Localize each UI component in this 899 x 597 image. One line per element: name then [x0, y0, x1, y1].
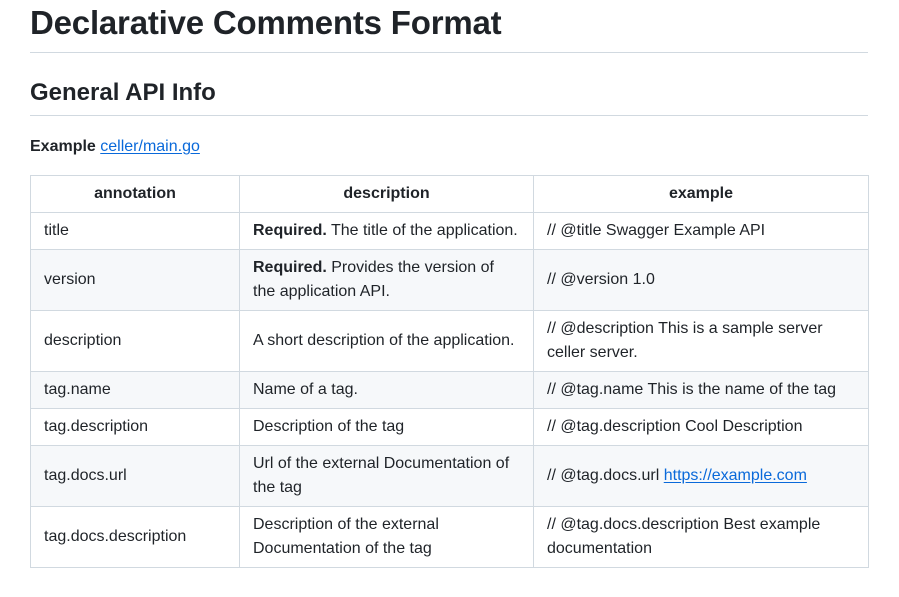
annotation-cell: tag.name	[30, 371, 240, 409]
table-row: tag.description Description of the tag /…	[30, 408, 869, 446]
required-label: Required.	[253, 222, 327, 239]
page-title: Declarative Comments Format	[30, 0, 868, 53]
header-annotation: annotation	[30, 175, 240, 213]
description-text: Description of the tag	[253, 418, 405, 435]
example-cell: // @tag.docs.url https://example.com	[533, 445, 869, 507]
example-text: // @tag.docs.description Best example do…	[547, 516, 821, 557]
table-header-row: annotation description example	[30, 175, 869, 213]
description-cell: Required. The title of the application.	[239, 212, 534, 250]
example-cell: // @version 1.0	[533, 249, 869, 311]
description-text: A short description of the application.	[253, 332, 515, 349]
example-cell: // @tag.docs.description Best example do…	[533, 506, 869, 568]
example-line: Example celler/main.go	[30, 135, 868, 159]
example-link[interactable]: celler/main.go	[100, 138, 200, 155]
description-cell: Description of the external Documentatio…	[239, 506, 534, 568]
example-text: // @version 1.0	[547, 271, 655, 288]
description-text: Name of a tag.	[253, 381, 358, 398]
header-example: example	[533, 175, 869, 213]
description-text: Url of the external Documentation of the…	[253, 455, 510, 496]
document-page: Declarative Comments Format General API …	[30, 0, 869, 568]
table-row: tag.docs.url Url of the external Documen…	[30, 445, 869, 507]
annotation-cell: description	[30, 310, 240, 372]
description-cell: A short description of the application.	[239, 310, 534, 372]
header-description: description	[239, 175, 534, 213]
section-title: General API Info	[30, 81, 868, 116]
annotation-cell: title	[30, 212, 240, 250]
description-text: Description of the external Documentatio…	[253, 516, 439, 557]
example-cell: // @tag.description Cool Description	[533, 408, 869, 446]
table-row: version Required. Provides the version o…	[30, 249, 869, 311]
example-cell: // @title Swagger Example API	[533, 212, 869, 250]
example-text: // @tag.docs.url	[547, 467, 664, 484]
example-text: // @description This is a sample server …	[547, 320, 823, 361]
description-cell: Description of the tag	[239, 408, 534, 446]
description-cell: Required. Provides the version of the ap…	[239, 249, 534, 311]
example-label: Example	[30, 138, 96, 155]
example-cell: // @tag.name This is the name of the tag	[533, 371, 869, 409]
example-cell: // @description This is a sample server …	[533, 310, 869, 372]
table-row: title Required. The title of the applica…	[30, 212, 869, 250]
table-row: tag.name Name of a tag. // @tag.name Thi…	[30, 371, 869, 409]
description-cell: Name of a tag.	[239, 371, 534, 409]
annotation-cell: version	[30, 249, 240, 311]
annotation-cell: tag.docs.url	[30, 445, 240, 507]
example-text: // @title Swagger Example API	[547, 222, 766, 239]
required-label: Required.	[253, 259, 327, 276]
description-text: The title of the application.	[326, 222, 518, 239]
example-text: // @tag.description Cool Description	[547, 418, 803, 435]
annotation-cell: tag.docs.description	[30, 506, 240, 568]
annotation-cell: tag.description	[30, 408, 240, 446]
description-cell: Url of the external Documentation of the…	[239, 445, 534, 507]
example-text: // @tag.name This is the name of the tag	[547, 381, 836, 398]
annotation-table: annotation description example title Req…	[30, 175, 869, 568]
table-row: description A short description of the a…	[30, 310, 869, 372]
table-row: tag.docs.description Description of the …	[30, 506, 869, 568]
example-url-link[interactable]: https://example.com	[664, 467, 807, 484]
